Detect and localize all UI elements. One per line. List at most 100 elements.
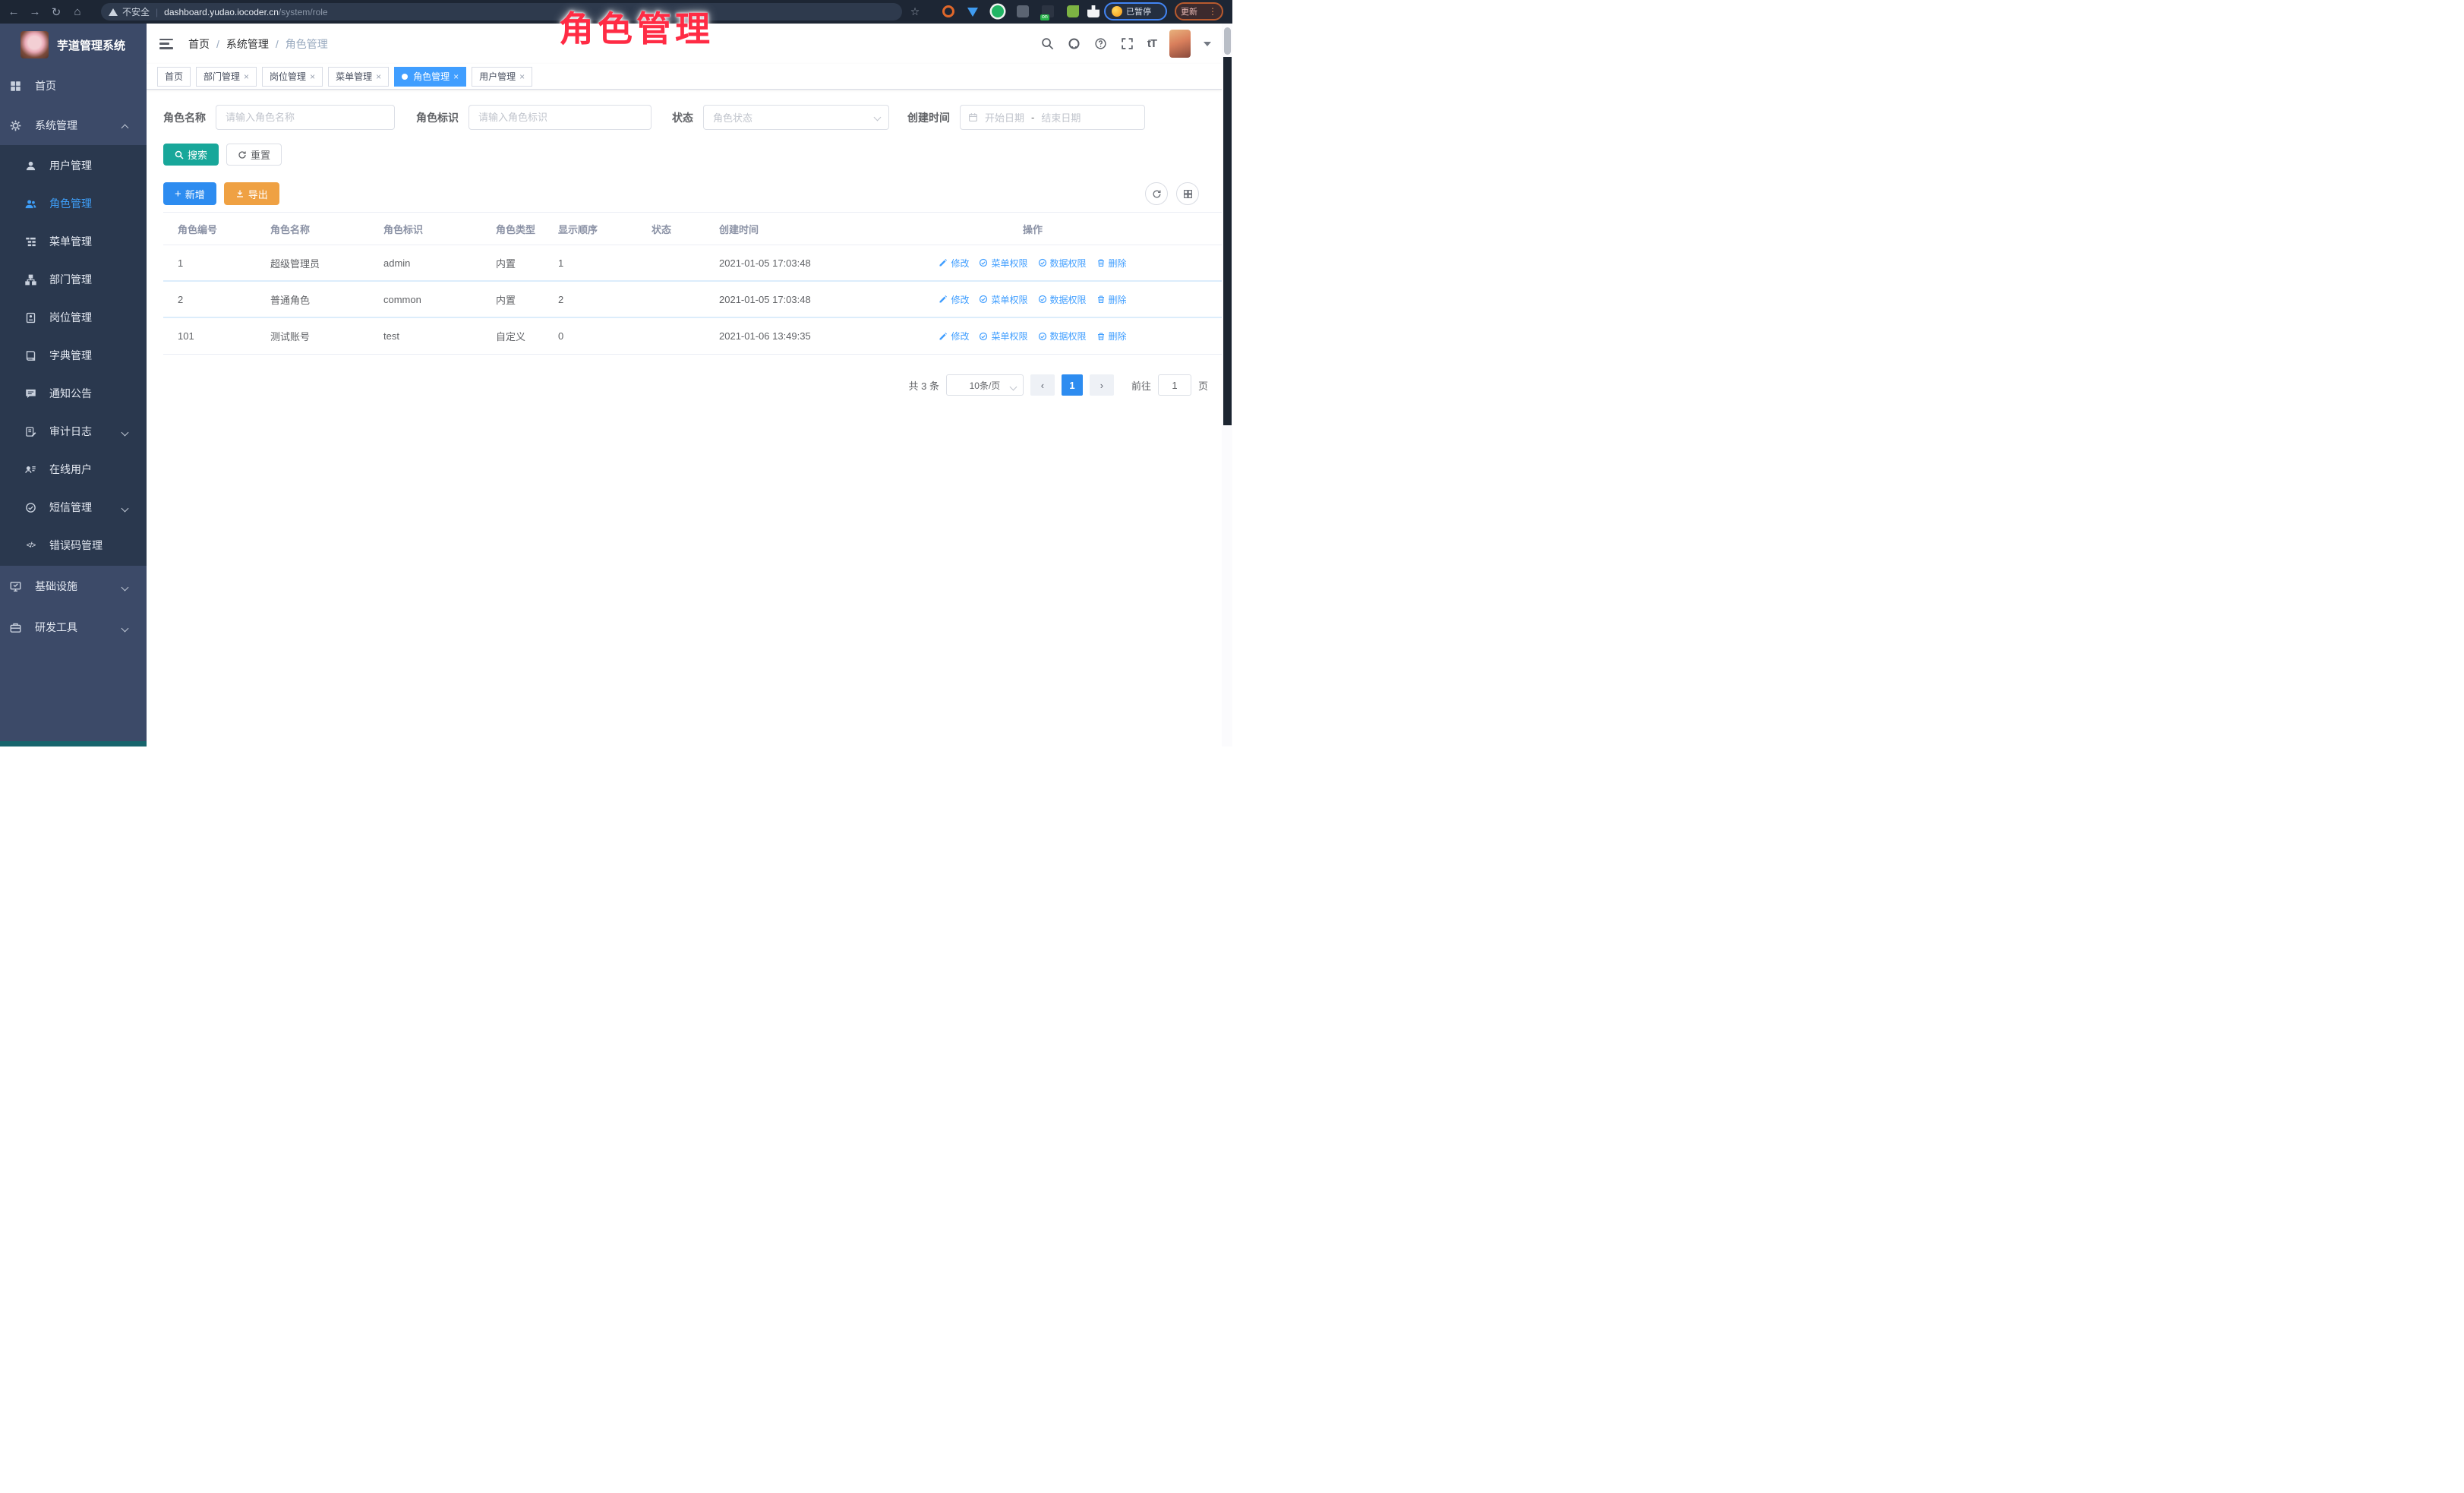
search-button[interactable]: 搜索 <box>163 144 219 166</box>
extensions-puzzle-icon[interactable] <box>1087 5 1099 17</box>
help-icon[interactable] <box>1094 37 1108 51</box>
data-permission-action-link[interactable]: 数据权限 <box>1038 257 1087 270</box>
extension-orange-icon[interactable] <box>942 5 954 17</box>
sidebar-item-dev-tools[interactable]: 研发工具 <box>0 607 147 648</box>
close-icon[interactable]: × <box>244 72 249 81</box>
paused-extension-badge[interactable]: 已暂停 <box>1104 2 1167 21</box>
extension-gem-icon[interactable] <box>967 8 978 17</box>
sidebar-item-notice[interactable]: 通知公告 <box>0 374 147 412</box>
create-time-label: 创建时间 <box>907 110 950 125</box>
font-size-icon[interactable]: tT <box>1147 37 1156 50</box>
next-page-button[interactable]: › <box>1090 374 1114 396</box>
browser-reload-icon[interactable]: ↻ <box>46 5 67 19</box>
cell-sort: 0 <box>544 330 637 342</box>
screenshot-root: ← → ↻ ⌂ 不安全 | dashboard.yudao.iocoder.cn… <box>0 0 1232 746</box>
scrollbar-thumb[interactable] <box>1224 27 1231 55</box>
sidebar-item-label: 字典管理 <box>49 348 92 363</box>
sidebar-item-dict-management[interactable]: 字典管理 <box>0 336 147 374</box>
add-button[interactable]: + 新增 <box>163 182 216 205</box>
col-header-create-time: 创建时间 <box>705 222 932 236</box>
data-permission-action-link[interactable]: 数据权限 <box>1038 330 1087 342</box>
breadcrumb-system[interactable]: 系统管理 <box>226 36 269 52</box>
sidebar-item-audit-log[interactable]: 审计日志 <box>0 412 147 450</box>
create-time-range-picker[interactable]: 开始日期 - 结束日期 <box>960 105 1145 130</box>
edit-action-link[interactable]: 修改 <box>939 257 969 270</box>
tab-post[interactable]: 岗位管理× <box>262 67 323 87</box>
sidebar-item-home[interactable]: 首页 <box>0 66 147 106</box>
edit-action-link[interactable]: 修改 <box>939 293 969 306</box>
sidebar-item-post-management[interactable]: 岗位管理 <box>0 298 147 336</box>
role-key-input[interactable] <box>469 105 651 130</box>
security-label: 不安全 <box>122 5 150 18</box>
sidebar-item-dept-management[interactable]: 部门管理 <box>0 260 147 298</box>
action-label: 菜单权限 <box>991 257 1027 270</box>
role-name-input[interactable] <box>216 105 395 130</box>
sidebar-item-label: 研发工具 <box>35 620 77 635</box>
page-size-select[interactable]: 10条/页 <box>946 374 1024 396</box>
action-label: 删除 <box>1109 293 1127 306</box>
sidebar-item-system[interactable]: 系统管理 <box>0 106 147 145</box>
browser-home-icon[interactable]: ⌂ <box>67 5 88 18</box>
reset-button[interactable]: 重置 <box>226 144 282 166</box>
search-icon[interactable] <box>1041 37 1055 51</box>
github-icon[interactable] <box>1068 37 1081 51</box>
extension-tampermonkey-icon[interactable]: on <box>1042 5 1054 17</box>
tab-menu[interactable]: 菜单管理× <box>328 67 389 87</box>
bookmark-star-icon[interactable]: ☆ <box>908 5 922 18</box>
column-settings-button[interactable] <box>1176 182 1199 205</box>
close-icon[interactable]: × <box>310 72 315 81</box>
extension-sprout-icon[interactable] <box>1067 5 1079 17</box>
goto-page-input[interactable] <box>1158 374 1191 396</box>
sidebar-toggle-icon[interactable] <box>159 39 173 49</box>
status-select[interactable]: 角色状态 <box>703 105 889 130</box>
tab-dept[interactable]: 部门管理× <box>196 67 257 87</box>
delete-action-link[interactable]: 删除 <box>1096 330 1127 342</box>
browser-forward-icon[interactable]: → <box>24 5 46 18</box>
avatar-caret-icon[interactable] <box>1204 42 1211 46</box>
refresh-table-button[interactable] <box>1145 182 1168 205</box>
current-page-button[interactable]: 1 <box>1062 374 1083 396</box>
sidebar-item-sms-management[interactable]: 短信管理 <box>0 488 147 526</box>
cell-role-type: 内置 <box>481 292 544 307</box>
tab-home[interactable]: 首页 <box>157 67 191 87</box>
tab-role[interactable]: 角色管理× <box>394 67 466 87</box>
browser-menu-icon[interactable]: ⋮ <box>1208 8 1217 15</box>
extension-diamond-icon[interactable] <box>1017 5 1029 17</box>
menu-permission-action-link[interactable]: 菜单权限 <box>979 257 1027 270</box>
close-icon[interactable]: × <box>453 72 459 81</box>
page-scrollbar[interactable] <box>1222 24 1232 746</box>
data-permission-action-link[interactable]: 数据权限 <box>1038 293 1087 306</box>
emoji-face-icon <box>1112 6 1122 17</box>
delete-action-link[interactable]: 删除 <box>1096 293 1127 306</box>
table-row: 1 超级管理员 admin 内置 1 2021-01-05 17:03:48 修… <box>163 245 1229 282</box>
edit-action-link[interactable]: 修改 <box>939 330 969 342</box>
sidebar-item-errorcode-management[interactable]: </> 错误码管理 <box>0 526 147 564</box>
fullscreen-icon[interactable] <box>1121 37 1134 51</box>
breadcrumb-home[interactable]: 首页 <box>188 36 210 52</box>
export-button[interactable]: 导出 <box>224 182 279 205</box>
sidebar-item-label: 角色管理 <box>49 196 92 211</box>
address-bar[interactable]: 不安全 | dashboard.yudao.iocoder.cn/system/… <box>101 3 902 21</box>
browser-back-icon[interactable]: ← <box>3 5 24 18</box>
close-icon[interactable]: × <box>519 72 525 81</box>
tab-user[interactable]: 用户管理× <box>472 67 532 87</box>
sidebar-item-online-users[interactable]: 在线用户 <box>0 450 147 488</box>
prev-page-button[interactable]: ‹ <box>1030 374 1055 396</box>
cell-role-key: admin <box>369 257 481 269</box>
menu-permission-action-link[interactable]: 菜单权限 <box>979 293 1027 306</box>
check-circle-icon <box>1038 295 1047 304</box>
sidebar-item-menu-management[interactable]: 菜单管理 <box>0 223 147 260</box>
sidebar-item-role-management[interactable]: 角色管理 <box>0 185 147 223</box>
cell-create-time: 2021-01-05 17:03:48 <box>705 257 932 269</box>
close-icon[interactable]: × <box>376 72 381 81</box>
delete-action-link[interactable]: 删除 <box>1096 257 1127 270</box>
cell-create-time: 2021-01-06 13:49:35 <box>705 330 932 342</box>
avatar[interactable] <box>1169 30 1191 58</box>
col-header-role-id: 角色编号 <box>163 222 256 236</box>
extension-green-circle-icon[interactable] <box>992 5 1004 17</box>
sidebar-item-user-management[interactable]: 用户管理 <box>0 147 147 185</box>
menu-permission-action-link[interactable]: 菜单权限 <box>979 330 1027 342</box>
sidebar-item-infrastructure[interactable]: 基础设施 <box>0 566 147 607</box>
sidebar-logo[interactable]: 芋道管理系统 <box>0 24 147 66</box>
browser-update-button[interactable]: 更新 ⋮ <box>1175 2 1223 21</box>
